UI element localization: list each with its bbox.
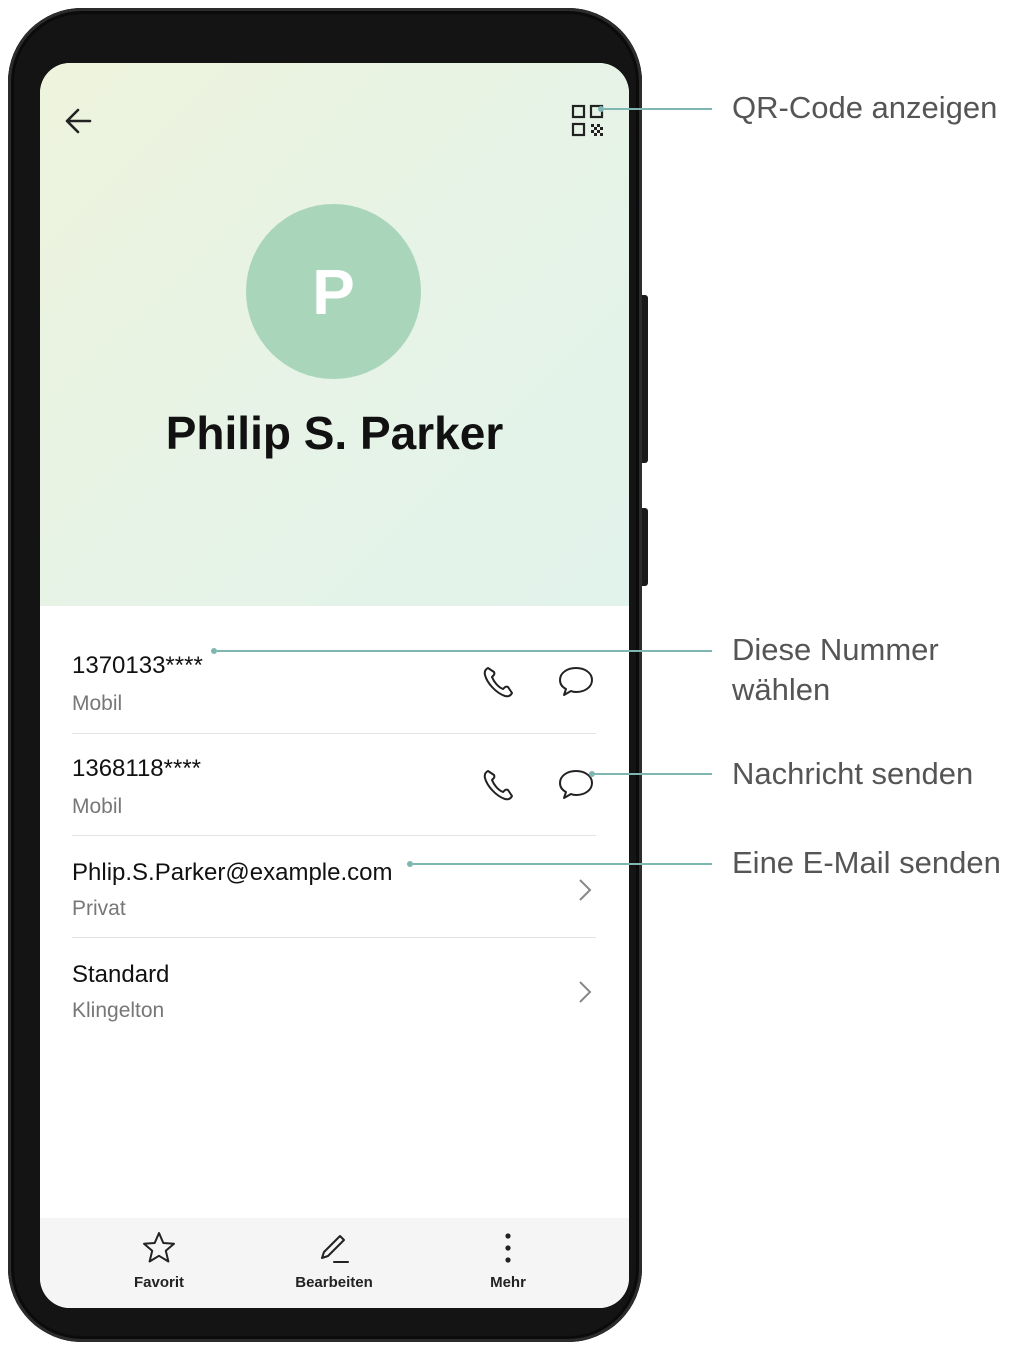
power-button bbox=[642, 508, 648, 586]
ringtone-row[interactable]: Standard Klingelton bbox=[72, 945, 596, 1047]
phone-type: Mobil bbox=[72, 795, 123, 818]
favorite-button[interactable]: Favorit bbox=[99, 1230, 219, 1300]
callout-email-label: Eine E-Mail senden bbox=[732, 845, 1001, 880]
row-divider bbox=[72, 937, 596, 938]
chevron-right-icon bbox=[574, 875, 596, 905]
callout-qr-label: QR-Code anzeigen bbox=[732, 90, 998, 125]
callout-dial-line2: wählen bbox=[732, 672, 831, 707]
star-icon bbox=[143, 1232, 175, 1263]
contact-header: P Philip S. Parker bbox=[40, 63, 629, 606]
callout-leader-message bbox=[595, 773, 712, 775]
row-divider bbox=[72, 835, 596, 836]
bottom-action-bar: Favorit Bearbeiten Mehr bbox=[40, 1218, 629, 1308]
more-vertical-icon bbox=[505, 1233, 511, 1263]
volume-button bbox=[642, 295, 648, 463]
ringtone-value: Standard bbox=[72, 961, 170, 988]
chevron-right-icon bbox=[574, 977, 596, 1007]
phone-icon bbox=[483, 770, 513, 801]
call-button[interactable] bbox=[479, 765, 519, 805]
edit-label: Bearbeiten bbox=[295, 1274, 373, 1291]
phone-number: 1370133**** bbox=[72, 652, 203, 679]
pencil-icon bbox=[321, 1235, 349, 1263]
ringtone-label: Klingelton bbox=[72, 999, 165, 1022]
callout-dial-label: Diese Nummer wählen bbox=[732, 630, 939, 710]
phone-frame: P Philip S. Parker 1370133**** Mobil 136… bbox=[8, 8, 648, 1342]
phone-row-1[interactable]: 1370133**** Mobil bbox=[72, 638, 596, 740]
email-type: Privat bbox=[72, 897, 126, 920]
callout-message-label: Nachricht senden bbox=[732, 756, 974, 791]
email-row[interactable]: Phlip.S.Parker@example.com Privat bbox=[72, 843, 596, 945]
email-address: Phlip.S.Parker@example.com bbox=[72, 859, 393, 886]
arrow-left-icon bbox=[65, 108, 92, 134]
row-divider bbox=[72, 733, 596, 734]
call-button[interactable] bbox=[479, 662, 519, 702]
more-label: Mehr bbox=[490, 1274, 526, 1291]
callout-leader-qr bbox=[604, 108, 712, 110]
callout-leader-dial bbox=[217, 650, 712, 652]
phone-icon bbox=[483, 667, 513, 698]
phone-number: 1368118**** bbox=[72, 755, 202, 782]
back-button[interactable] bbox=[60, 101, 100, 141]
callout-leader-email bbox=[413, 863, 712, 865]
callout-dial-line1: Diese Nummer bbox=[732, 632, 939, 667]
chat-bubble-icon bbox=[559, 667, 593, 696]
message-button[interactable] bbox=[556, 662, 596, 702]
contact-avatar: P bbox=[246, 204, 421, 379]
edit-button[interactable]: Bearbeiten bbox=[274, 1230, 394, 1300]
phone-type: Mobil bbox=[72, 692, 123, 715]
favorite-label: Favorit bbox=[133, 1274, 184, 1291]
more-button[interactable]: Mehr bbox=[448, 1230, 568, 1300]
phone-row-2[interactable]: 1368118**** Mobil bbox=[72, 741, 596, 843]
contact-name: Philip S. Parker bbox=[165, 407, 504, 459]
contact-detail-screen: P Philip S. Parker 1370133**** Mobil 136… bbox=[40, 63, 629, 1308]
